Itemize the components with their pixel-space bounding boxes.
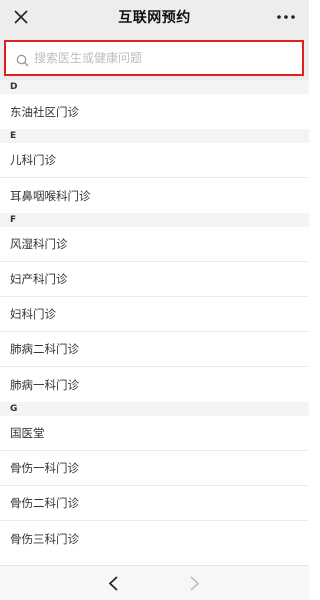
section-header: F [0,213,309,227]
close-icon[interactable] [12,8,30,26]
page-title: 互联网预约 [118,10,191,26]
search-input[interactable] [34,51,284,65]
more-dots-icon[interactable] [275,8,297,26]
list-item[interactable]: 骨伤三科门诊 [0,521,309,556]
chevron-left-icon[interactable] [106,575,122,592]
app-window: 互联网预约 D东油社区门诊E儿科门诊耳鼻咽喉科门诊F风湿科门诊妇产科门诊妇科门诊… [0,0,309,600]
list-item[interactable]: 耳鼻咽喉科门诊 [0,178,309,213]
list-item[interactable]: 肺病一科门诊 [0,367,309,402]
list-item[interactable]: 妇产科门诊 [0,262,309,297]
bottom-toolbar [0,565,309,600]
title-bar: 互联网预约 [0,0,309,34]
list-item[interactable]: 儿科门诊 [0,143,309,178]
list-item[interactable]: 风湿科门诊 [0,227,309,262]
list-item[interactable]: 妇科门诊 [0,297,309,332]
section-header: D [0,80,309,94]
search-icon [16,52,29,66]
search-bar [0,34,309,80]
list-item[interactable]: 骨伤二科门诊 [0,486,309,521]
list-item[interactable]: 东油社区门诊 [0,94,309,129]
section-header: G [0,402,309,416]
chevron-right-icon[interactable] [186,575,202,592]
department-list[interactable]: D 东油社区门诊 E 儿科门诊 耳鼻咽喉科门诊 F 风湿科门诊 妇产科门诊 妇科门诊 肺病二科门诊… [0,80,309,565]
search-box[interactable] [4,40,304,76]
list-item[interactable]: 肺病二科门诊 [0,332,309,367]
list-item[interactable]: 国医堂 [0,416,309,451]
section-header: E [0,129,309,143]
list-item[interactable]: 骨伤一科门诊 [0,451,309,486]
